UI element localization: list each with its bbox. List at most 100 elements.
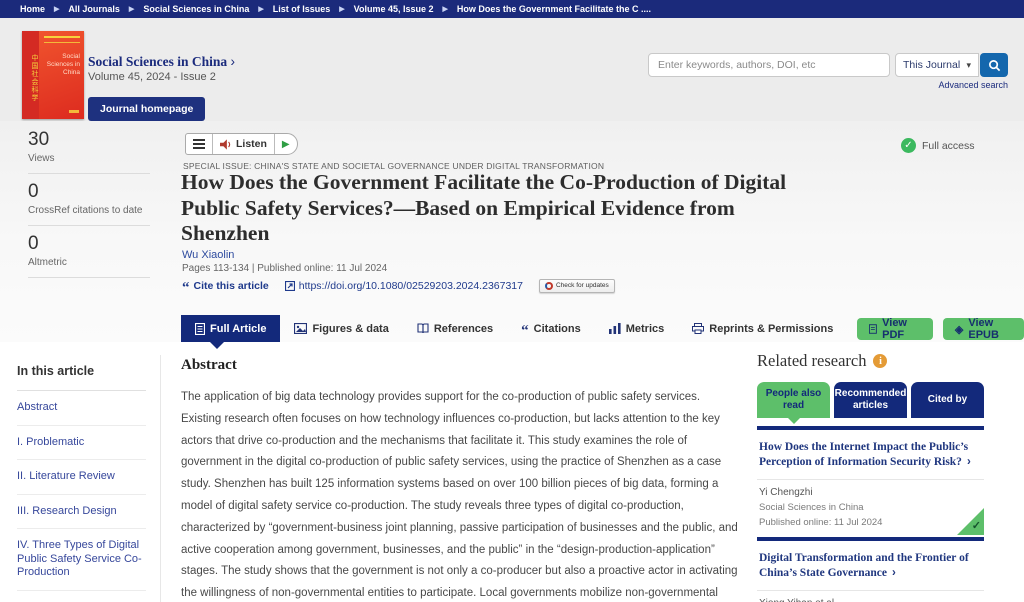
- search-icon: [988, 59, 1001, 72]
- related-research-panel: Related research i People also read Reco…: [757, 351, 984, 602]
- related-article-author: Yi Chengzhi: [759, 487, 982, 498]
- content-area: In this article Abstract I. Problematic …: [0, 342, 1024, 602]
- active-tab-pointer: [210, 342, 224, 349]
- advanced-search-link[interactable]: Advanced search: [648, 80, 1008, 90]
- breadcrumb-home[interactable]: Home: [20, 4, 45, 14]
- quote-icon: “: [182, 283, 190, 293]
- tab-references[interactable]: References: [403, 315, 507, 342]
- crossref-count: 0: [28, 181, 150, 203]
- info-icon[interactable]: i: [873, 354, 887, 368]
- breadcrumb-arrow-icon: ▶: [258, 5, 263, 13]
- tab-full-article[interactable]: Full Article: [181, 315, 280, 342]
- cite-label: Cite this article: [194, 280, 269, 292]
- speaker-icon: [220, 139, 232, 150]
- breadcrumb-journal[interactable]: Social Sciences in China: [143, 4, 249, 14]
- search-button[interactable]: [980, 53, 1008, 77]
- journal-banner: 中国社会科学 Social Sciences in China Social S…: [0, 18, 1024, 121]
- divider: [28, 173, 150, 174]
- abstract-heading: Abstract: [181, 357, 741, 374]
- related-research-heading: Related research: [757, 351, 866, 371]
- tab-reprints-permissions[interactable]: Reprints & Permissions: [678, 315, 847, 342]
- tab-citations[interactable]: “ Citations: [507, 315, 595, 342]
- breadcrumb-all-journals[interactable]: All Journals: [68, 4, 120, 14]
- breadcrumb-list-of-issues[interactable]: List of Issues: [273, 4, 331, 14]
- access-badge-label: Full access: [922, 140, 975, 152]
- toc-item-abstract[interactable]: Abstract: [17, 391, 146, 426]
- breadcrumb-arrow-icon: ▶: [54, 5, 59, 13]
- toc-item-three-types[interactable]: IV. Three Types of Digital Public Safety…: [17, 529, 146, 591]
- journal-homepage-button[interactable]: Journal homepage: [88, 97, 205, 121]
- listen-button[interactable]: Listen: [213, 134, 275, 154]
- article-tabbar: Full Article Figures & data References “: [181, 315, 1024, 342]
- breadcrumb-arrow-icon: ▶: [443, 5, 448, 13]
- book-icon: [417, 323, 429, 334]
- related-tabs: People also read Recommended articles Ci…: [757, 382, 984, 418]
- pdf-icon: [869, 323, 877, 335]
- tab-figures-data[interactable]: Figures & data: [280, 315, 402, 342]
- chevron-right-icon: ›: [231, 54, 236, 69]
- play-icon: ▶: [282, 139, 290, 150]
- author-link[interactable]: Wu Xiaolin: [182, 249, 234, 261]
- cover-decoration: [69, 110, 79, 113]
- listen-menu-button[interactable]: [186, 134, 213, 154]
- related-article-published: Published online: 11 Jul 2024: [759, 517, 982, 528]
- journal-issue-link[interactable]: Volume 45, 2024 - Issue 2: [88, 71, 216, 83]
- toc-item-problematic[interactable]: I. Problematic: [17, 426, 146, 461]
- related-article-journal: Social Sciences in China: [759, 502, 982, 513]
- cover-spine-text: 中国社会科学: [22, 31, 39, 119]
- in-this-article-sidebar: In this article Abstract I. Problematic …: [0, 355, 161, 602]
- toc-item-research-design[interactable]: III. Research Design: [17, 495, 146, 530]
- quote-icon: “: [521, 326, 529, 336]
- tab-recommended-articles[interactable]: Recommended articles: [834, 382, 907, 418]
- related-article-card: Digital Transformation and the Frontier …: [757, 541, 984, 602]
- doi-link[interactable]: https://doi.org/10.1080/02529203.2024.23…: [285, 280, 523, 292]
- search-scope-select[interactable]: This Journal ▾: [895, 53, 979, 77]
- altmetric-count: 0: [28, 233, 150, 255]
- related-article-link[interactable]: How Does the Internet Impact the Public’…: [757, 430, 984, 479]
- search-input[interactable]: [648, 53, 890, 77]
- listen-label: Listen: [236, 138, 267, 150]
- view-epub-button[interactable]: ◈ View EPUB: [943, 318, 1024, 340]
- cover-art: Social Sciences in China: [39, 31, 84, 119]
- chevron-right-icon: ›: [892, 567, 896, 579]
- cover-decoration: [44, 36, 80, 38]
- publication-info: Pages 113-134 | Published online: 11 Jul…: [182, 263, 387, 274]
- toc-item-five[interactable]: V. The Triple: [17, 591, 146, 602]
- abstract-section: Abstract The application of big data tec…: [181, 357, 741, 602]
- toc-item-literature-review[interactable]: II. Literature Review: [17, 460, 146, 495]
- chevron-down-icon: ▾: [966, 60, 971, 71]
- external-link-icon: [285, 281, 295, 291]
- tab-people-also-read[interactable]: People also read: [757, 382, 830, 418]
- check-icon: ✓: [972, 519, 981, 532]
- journal-cover-image[interactable]: 中国社会科学 Social Sciences in China: [22, 31, 84, 119]
- chevron-right-icon: ›: [967, 456, 971, 468]
- views-label: Views: [28, 153, 150, 165]
- cite-this-article-link[interactable]: “ Cite this article: [182, 278, 269, 293]
- doi-text: https://doi.org/10.1080/02529203.2024.23…: [299, 280, 523, 292]
- breadcrumb-arrow-icon: ▶: [129, 5, 134, 13]
- divider: [28, 277, 150, 278]
- views-count: 30: [28, 129, 150, 151]
- cover-title-text: Social Sciences in China: [39, 53, 80, 77]
- related-article-card: How Does the Internet Impact the Public’…: [757, 430, 984, 537]
- citation-row: “ Cite this article https://doi.org/10.1…: [182, 278, 615, 293]
- search-bar: This Journal ▾: [648, 53, 1008, 77]
- article-title: How Does the Government Facilitate the C…: [181, 170, 821, 247]
- altmetric-label: Altmetric: [28, 257, 150, 269]
- journal-title-link[interactable]: Social Sciences in China ›: [88, 54, 235, 70]
- image-icon: [294, 323, 307, 334]
- breadcrumb-issue[interactable]: Volume 45, Issue 2: [354, 4, 434, 14]
- search-scope-value: This Journal: [903, 59, 960, 71]
- view-pdf-button[interactable]: View PDF: [857, 318, 933, 340]
- tab-metrics[interactable]: Metrics: [595, 315, 679, 342]
- breadcrumb-current-article: How Does the Government Facilitate the C…: [457, 4, 651, 14]
- check-for-updates-button[interactable]: Check for updates: [539, 279, 615, 293]
- printer-icon: [692, 323, 704, 334]
- abstract-text: The application of big data technology p…: [181, 387, 741, 602]
- cover-decoration: [44, 42, 80, 43]
- breadcrumb: Home ▶ All Journals ▶ Social Sciences in…: [0, 0, 1024, 18]
- related-article-link[interactable]: Digital Transformation and the Frontier …: [757, 541, 984, 590]
- related-article-author: Xiong Yihan et al.: [759, 598, 982, 602]
- play-button[interactable]: ▶: [275, 134, 297, 154]
- tab-cited-by[interactable]: Cited by: [911, 382, 984, 418]
